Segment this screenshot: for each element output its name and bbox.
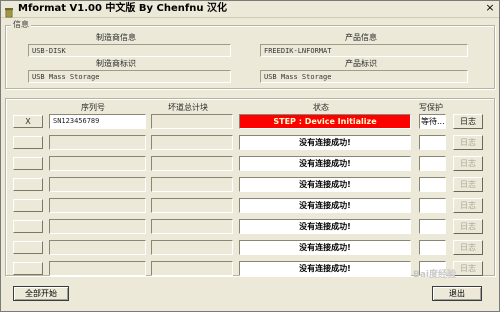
device-row: 没有连接成功! 日志 <box>1 197 499 215</box>
product-info-field: FREEDIK-LNFORMAT <box>260 44 468 57</box>
write-protect-field: 等待... <box>419 114 446 129</box>
log-button: 日志 <box>453 261 483 276</box>
log-button[interactable]: 日志 <box>453 114 483 129</box>
bad-block-field <box>151 135 233 150</box>
col-header-status: 状态 <box>313 103 329 112</box>
write-protect-field <box>419 240 446 255</box>
status-field: 没有连接成功! <box>239 219 411 234</box>
write-protect-field <box>419 135 446 150</box>
device-row: 没有连接成功! 日志 <box>1 218 499 236</box>
vendor-id-field: USB Mass Storage <box>28 70 231 83</box>
serial-number-field[interactable]: SN123456789 <box>49 114 146 129</box>
write-protect-field <box>419 177 446 192</box>
title-bar[interactable]: Mformat V1.00 中文版 By Chenfnu 汉化 × <box>1 1 499 18</box>
col-header-write-protect: 写保护 <box>419 103 443 112</box>
trash-icon <box>4 3 14 18</box>
status-field: 没有连接成功! <box>239 261 411 276</box>
status-field: 没有连接成功! <box>239 135 411 150</box>
serial-number-field[interactable] <box>49 198 146 213</box>
row-select-button[interactable] <box>13 199 43 212</box>
log-button: 日志 <box>453 156 483 171</box>
product-id-field: USB Mass Storage <box>260 70 468 83</box>
row-select-button[interactable] <box>13 157 43 170</box>
close-icon[interactable]: × <box>483 2 497 15</box>
row-select-button[interactable] <box>13 178 43 191</box>
row-select-button[interactable] <box>13 220 43 233</box>
bad-block-field <box>151 198 233 213</box>
vendor-info-field: USB-DISK <box>28 44 231 57</box>
window-title: Mformat V1.00 中文版 By Chenfnu 汉化 <box>18 3 227 14</box>
write-protect-field <box>419 219 446 234</box>
status-field: 没有连接成功! <box>239 156 411 171</box>
device-row: 没有连接成功! 日志 <box>1 155 499 173</box>
row-select-button[interactable] <box>13 262 43 275</box>
device-row: X SN123456789 STEP : Device Initialize 等待..… <box>1 113 499 131</box>
status-field: STEP : Device Initialize <box>239 114 411 129</box>
serial-number-field[interactable] <box>49 156 146 171</box>
bad-block-field <box>151 240 233 255</box>
product-id-label: 产品标识 <box>345 59 377 68</box>
exit-button[interactable]: 退出 <box>432 286 482 301</box>
bad-block-field <box>151 177 233 192</box>
vendor-info-label: 制造商信息 <box>96 33 136 42</box>
serial-number-field[interactable] <box>49 177 146 192</box>
write-protect-field <box>419 156 446 171</box>
info-legend: 信息 <box>11 20 31 29</box>
log-button: 日志 <box>453 177 483 192</box>
log-button: 日志 <box>453 240 483 255</box>
row-select-button[interactable] <box>13 241 43 254</box>
bad-block-field <box>151 219 233 234</box>
device-row: 没有连接成功! 日志 <box>1 134 499 152</box>
watermark: Bai度经验 <box>413 270 457 280</box>
status-field: 没有连接成功! <box>239 198 411 213</box>
log-button: 日志 <box>453 198 483 213</box>
col-header-serial: 序列号 <box>81 103 105 112</box>
bad-block-field <box>151 114 233 129</box>
status-field: 没有连接成功! <box>239 240 411 255</box>
bad-block-field <box>151 156 233 171</box>
write-protect-field <box>419 198 446 213</box>
device-row: 没有连接成功! 日志 <box>1 239 499 257</box>
row-select-button[interactable]: X <box>13 115 43 128</box>
serial-number-field[interactable] <box>49 240 146 255</box>
vendor-id-label: 制造商标识 <box>96 59 136 68</box>
device-row: 没有连接成功! 日志 <box>1 176 499 194</box>
serial-number-field[interactable] <box>49 135 146 150</box>
col-header-bad-block: 坏道总计块 <box>168 103 208 112</box>
main-window: Mformat V1.00 中文版 By Chenfnu 汉化 × 信息 制造商… <box>0 0 500 312</box>
row-select-button[interactable] <box>13 136 43 149</box>
serial-number-field[interactable] <box>49 219 146 234</box>
bad-block-field <box>151 261 233 276</box>
log-button: 日志 <box>453 135 483 150</box>
product-info-label: 产品信息 <box>345 33 377 42</box>
serial-number-field[interactable] <box>49 261 146 276</box>
start-all-button[interactable]: 全部开始 <box>13 286 69 301</box>
log-button: 日志 <box>453 219 483 234</box>
status-field: 没有连接成功! <box>239 177 411 192</box>
